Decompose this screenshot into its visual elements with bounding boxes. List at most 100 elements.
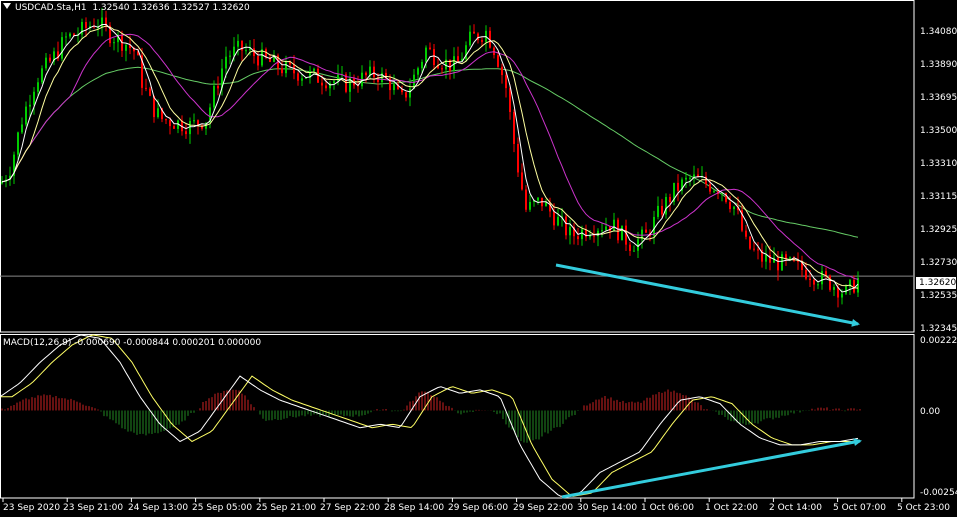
- candle-body: [193, 120, 195, 122]
- candle-body: [245, 50, 247, 52]
- candle-body: [217, 85, 219, 89]
- time-axis-label: 24 Sep 13:00: [128, 503, 189, 513]
- candle-body: [709, 184, 711, 192]
- candle-body: [285, 62, 287, 74]
- candle-body: [501, 66, 503, 76]
- candle-body: [365, 72, 367, 76]
- ma-mid-line: [1, 23, 859, 293]
- candle-body: [301, 78, 303, 81]
- candle-body: [565, 216, 567, 236]
- macd-main-line: [0, 334, 859, 497]
- candle-body: [633, 250, 635, 252]
- candle-body: [745, 230, 747, 237]
- chart-canvas[interactable]: [0, 0, 957, 517]
- macd-axis-label: -0.002544: [920, 488, 957, 498]
- candle-body: [497, 55, 499, 67]
- candle-body: [537, 197, 539, 201]
- candle-body: [157, 108, 159, 118]
- candle-body: [441, 68, 443, 70]
- macd-axis-label: 0.002224: [920, 336, 957, 346]
- candle-body: [409, 88, 411, 98]
- candle-body: [125, 44, 127, 51]
- price-axis-label: 1.33890: [920, 60, 957, 70]
- candle-body: [429, 47, 431, 50]
- candle-body: [457, 56, 459, 62]
- time-axis-label: 25 Sep 05:00: [192, 503, 253, 513]
- macd-label: MACD(12,26,9) -0.000690 -0.000844 0.0002…: [3, 338, 262, 348]
- time-axis-label: 29 Sep 22:00: [513, 503, 574, 513]
- candle-body: [481, 40, 483, 42]
- candle-body: [841, 293, 843, 298]
- candle-body: [521, 172, 523, 190]
- candle-body: [545, 202, 547, 207]
- candle-body: [469, 31, 471, 46]
- candle-body: [225, 56, 227, 69]
- candle-body: [473, 31, 475, 34]
- candle-body: [557, 216, 559, 226]
- time-axis-label: 5 Oct 23:00: [897, 503, 950, 513]
- candle-body: [373, 66, 375, 78]
- candle-body: [601, 230, 603, 232]
- candle-body: [61, 37, 63, 59]
- candle-body: [25, 106, 27, 125]
- candle-body: [433, 49, 435, 66]
- time-axis-label: 1 Oct 06:00: [641, 503, 694, 513]
- candle-body: [509, 88, 511, 113]
- candle-body: [765, 254, 767, 262]
- time-axis-label: 25 Sep 21:00: [256, 503, 317, 513]
- candle-body: [37, 82, 39, 92]
- candle-body: [297, 73, 299, 81]
- candle-body: [569, 226, 571, 236]
- candle-body: [577, 236, 579, 240]
- macd-axis-label: 0.00: [920, 407, 941, 417]
- candle-body: [833, 287, 835, 290]
- candle-body: [321, 82, 323, 86]
- candle-body: [513, 112, 515, 144]
- price-axis-label: 1.33695: [920, 93, 957, 103]
- chart-header: USDCAD.Sta,H1 1.32540 1.32636 1.32527 1.…: [3, 3, 250, 13]
- candle-body: [813, 279, 815, 285]
- candle-body: [685, 177, 687, 180]
- candle-body: [805, 269, 807, 279]
- candle-body: [617, 219, 619, 241]
- candle-body: [169, 120, 171, 127]
- candle-body: [185, 131, 187, 135]
- candle-body: [669, 196, 671, 202]
- dropdown-icon[interactable]: [3, 3, 11, 9]
- macd-panel-border: [0, 334, 915, 499]
- price-axis-label: 1.32730: [920, 258, 957, 268]
- macd-signal-line: [0, 334, 859, 497]
- ma-fast-line: [1, 25, 859, 289]
- candle-body: [781, 254, 783, 271]
- candle-body: [517, 143, 519, 173]
- candle-body: [817, 284, 819, 286]
- candle-body: [369, 66, 371, 76]
- candle-body: [17, 132, 19, 155]
- candle-body: [29, 104, 31, 107]
- candle-body: [333, 81, 335, 84]
- candle-body: [729, 201, 731, 210]
- price-axis-label: 1.33500: [920, 126, 957, 136]
- candle-body: [233, 46, 235, 56]
- candle-body: [757, 249, 759, 251]
- candle-body: [21, 124, 23, 133]
- candle-body: [85, 22, 87, 29]
- candle-body: [657, 205, 659, 217]
- price-axis-label: 1.33115: [920, 192, 957, 202]
- candle-body: [49, 57, 51, 62]
- price-trendline[interactable]: [555, 263, 860, 327]
- price-axis-label: 1.32535: [920, 291, 957, 301]
- time-axis-label: 29 Sep 06:00: [448, 503, 509, 513]
- candlesticks: [1, 7, 859, 308]
- candle-body: [645, 229, 647, 233]
- time-axis-label: 27 Sep 22:00: [320, 503, 381, 513]
- candle-body: [713, 191, 715, 193]
- candle-body: [505, 75, 507, 89]
- ma-slow-line: [1, 33, 859, 280]
- current-price-marker: 1.32620: [916, 277, 956, 289]
- candle-body: [421, 61, 423, 69]
- candle-body: [337, 74, 339, 82]
- candle-body: [677, 182, 679, 191]
- candle-body: [417, 68, 419, 75]
- price-axis-label: 1.33310: [920, 159, 957, 169]
